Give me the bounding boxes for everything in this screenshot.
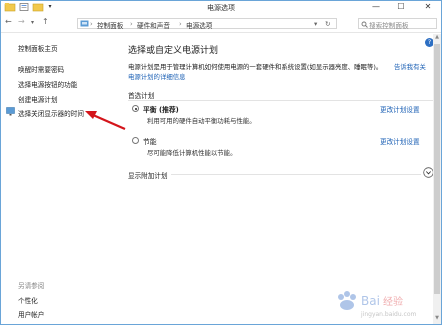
control-panel-icon xyxy=(80,20,89,27)
refresh-icon[interactable]: ↻ xyxy=(325,20,331,28)
description-text: 电源计划是用于管理计算机如何使用电源的一套硬件和系统设置(如显示器亮度、睡眠等)… xyxy=(128,63,383,71)
annotation-arrow xyxy=(85,111,126,131)
sidebar-item-home[interactable]: 控制面板主页 xyxy=(18,43,58,53)
divider xyxy=(128,100,433,101)
sidebar-item-user-accounts[interactable]: 用户帐户 xyxy=(18,309,44,319)
sidebar-item-power-buttons[interactable]: 选择电源按钮的功能 xyxy=(18,79,77,89)
recent-locations-button[interactable]: ▾ xyxy=(31,19,34,26)
close-button[interactable]: ✕ xyxy=(415,1,441,13)
search-input[interactable]: 搜索控制面板 xyxy=(369,20,409,30)
monitor-shield-icon xyxy=(6,107,15,116)
search-icon xyxy=(361,21,368,28)
plan-balanced-radio[interactable] xyxy=(132,105,139,112)
breadcrumb: › 控制面板 › 硬件和声音 › 电源选项 ▾ ↻ xyxy=(77,18,337,30)
show-additional-plans-label[interactable]: 显示附加计划 xyxy=(128,170,168,180)
see-also-title: 另请参阅 xyxy=(18,282,45,290)
plan-power-saver-desc: 尽可能降低计算机性能以节能。 xyxy=(147,149,237,157)
svg-text:经验: 经验 xyxy=(383,295,403,308)
forward-button[interactable]: → xyxy=(18,17,25,26)
learn-more-link[interactable]: 电源计划的详细信息 xyxy=(128,72,186,81)
page-title: 选择或自定义电源计划 xyxy=(128,46,219,56)
search-box[interactable]: 搜索控制面板 xyxy=(358,18,437,30)
sidebar-item-personalization[interactable]: 个性化 xyxy=(18,295,38,305)
scrollbar[interactable]: ▲ ▼ xyxy=(433,34,441,324)
minimize-button[interactable]: — xyxy=(365,1,387,13)
plan-balanced-desc: 利用可用的硬件自动平衡功耗与性能。 xyxy=(147,117,256,125)
plan-power-saver-change-link[interactable]: 更改计划设置 xyxy=(380,136,420,146)
back-button[interactable]: ← xyxy=(5,17,12,26)
sidebar-item-display-off-time[interactable]: 选择关闭显示器的时间 xyxy=(18,108,84,118)
breadcrumb-hardware-sound[interactable]: 硬件和声音 xyxy=(137,20,170,30)
watermark-logo: Bai 经验 jingyan.baidu.com xyxy=(338,291,417,318)
sidebar-item-create-plan[interactable]: 创建电源计划 xyxy=(18,94,58,104)
breadcrumb-separator: › xyxy=(130,20,133,28)
title-bar: ▾ 电源选项 — ☐ ✕ xyxy=(1,1,441,14)
scrollbar-thumb[interactable] xyxy=(434,44,440,294)
preferred-plans-label: 首选计划 xyxy=(128,92,155,100)
breadcrumb-separator: › xyxy=(179,20,182,28)
sidebar-item-wake-password[interactable]: 唤醒时需要密码 xyxy=(18,64,64,74)
breadcrumb-control-panel[interactable]: 控制面板 xyxy=(97,20,123,30)
plan-power-saver-radio[interactable] xyxy=(132,137,139,144)
plan-power-saver-name[interactable]: 节能 xyxy=(143,136,157,146)
learn-more-link-part[interactable]: 告诉我有关 xyxy=(394,62,426,71)
svg-text:jingyan.baidu.com: jingyan.baidu.com xyxy=(360,311,417,318)
scrollbar-up-arrow[interactable]: ▲ xyxy=(434,34,440,41)
address-bar: ← → ▾ ↑ › 控制面板 › 硬件和声音 › 电源选项 ▾ ↻ 搜索控制面板 xyxy=(1,14,441,33)
breadcrumb-separator: › xyxy=(90,20,93,28)
divider xyxy=(171,174,421,175)
address-dropdown-icon[interactable]: ▾ xyxy=(314,20,317,28)
breadcrumb-power-options[interactable]: 电源选项 xyxy=(186,20,212,30)
up-button[interactable]: ↑ xyxy=(42,17,49,26)
maximize-button[interactable]: ☐ xyxy=(390,1,412,13)
plan-balanced-name[interactable]: 平衡 (推荐) xyxy=(143,104,179,114)
power-options-window: ▾ 电源选项 — ☐ ✕ ← → ▾ ↑ › 控制面板 › 硬件和声音 › 电源… xyxy=(0,0,442,325)
plan-balanced-change-link[interactable]: 更改计划设置 xyxy=(380,104,420,114)
svg-text:Bai: Bai xyxy=(361,294,380,308)
